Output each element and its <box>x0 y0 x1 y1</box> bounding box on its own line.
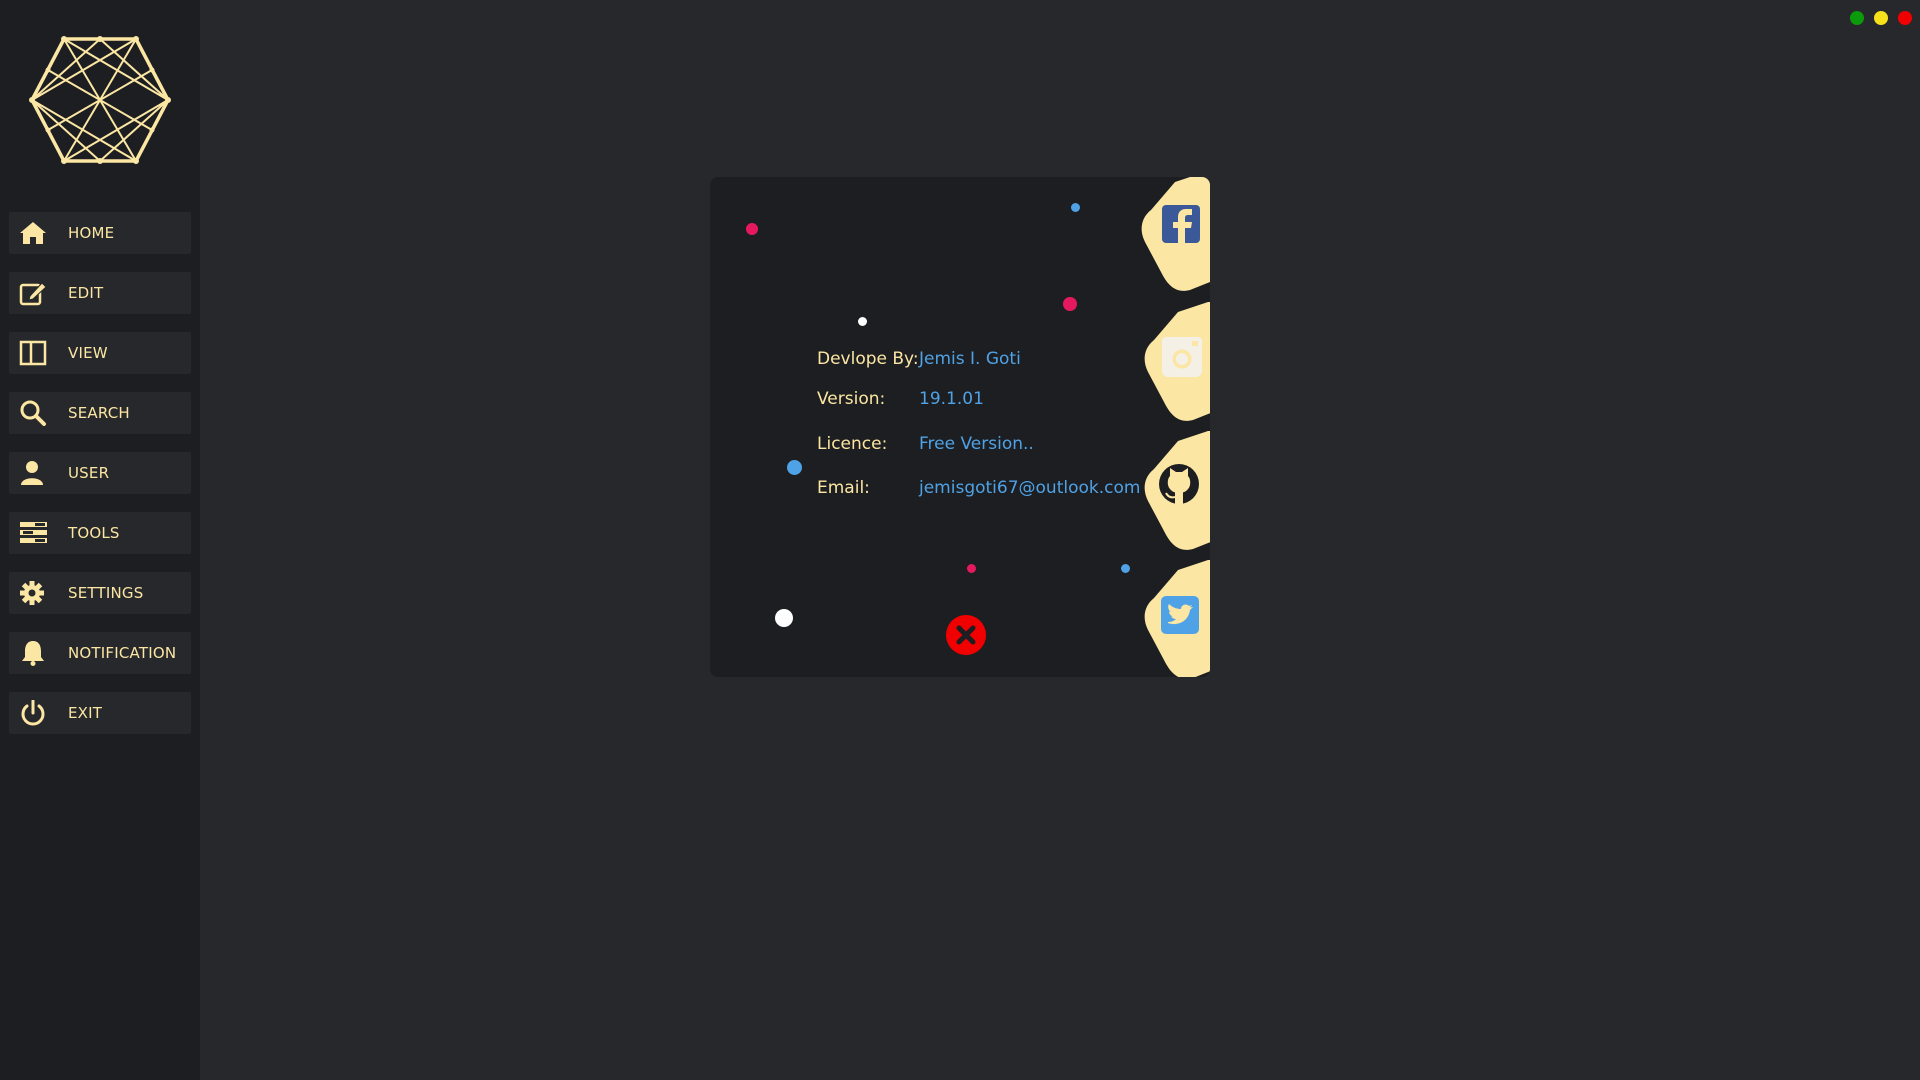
developer-label: Devlope By: <box>817 349 919 369</box>
version-value: 19.1.01 <box>919 389 984 409</box>
about-dialog: Devlope By: Jemis I. Goti Version: 19.1.… <box>710 177 1210 677</box>
licence-label: Licence: <box>817 434 888 454</box>
decorative-dot <box>787 460 802 475</box>
instagram-icon <box>1162 337 1202 377</box>
decorative-dot <box>858 317 867 326</box>
window-controls <box>1850 11 1912 25</box>
twitter-icon <box>1161 596 1199 634</box>
sidebar-item-label: HOME <box>68 224 115 242</box>
sidebar-item-exit[interactable]: EXIT <box>9 692 191 734</box>
sidebar-item-search[interactable]: SEARCH <box>9 392 191 434</box>
sidebar-item-label: TOOLS <box>68 524 120 542</box>
sidebar-item-label: EXIT <box>68 704 103 722</box>
hexagon-network-logo <box>29 36 171 164</box>
decorative-dot <box>1071 203 1080 212</box>
maximize-button[interactable] <box>1850 11 1864 25</box>
tools-icon <box>20 522 47 543</box>
close-dialog-button[interactable] <box>946 615 986 655</box>
sidebar-item-label: USER <box>68 464 110 482</box>
sidebar-item-label: SEARCH <box>68 404 130 422</box>
sidebar-item-view[interactable]: VIEW <box>9 332 191 374</box>
instagram-button[interactable] <box>1118 302 1210 422</box>
user-icon <box>21 461 43 485</box>
edit-icon <box>19 282 47 306</box>
search-icon <box>20 400 46 426</box>
sidebar: HOME EDIT VIEW SEARCH USER TOOLS SETTING… <box>0 0 200 1080</box>
developer-value: Jemis I. Goti <box>919 349 1021 369</box>
minimize-button[interactable] <box>1874 11 1888 25</box>
sidebar-item-label: VIEW <box>68 344 108 362</box>
twitter-button[interactable] <box>1118 560 1210 677</box>
sidebar-item-tools[interactable]: TOOLS <box>9 512 191 554</box>
email-link[interactable]: jemisgoti67@outlook.com <box>919 478 1140 498</box>
github-button[interactable] <box>1118 431 1210 551</box>
sidebar-item-edit[interactable]: EDIT <box>9 272 191 314</box>
licence-value: Free Version.. <box>919 434 1034 454</box>
github-icon <box>1159 464 1199 504</box>
sidebar-item-label: EDIT <box>68 284 104 302</box>
close-window-button[interactable] <box>1898 11 1912 25</box>
bell-icon <box>22 641 44 666</box>
sidebar-item-label: NOTIFICATION <box>68 644 177 662</box>
sidebar-item-label: SETTINGS <box>68 584 144 602</box>
power-icon <box>21 700 45 726</box>
facebook-icon <box>1162 205 1200 243</box>
sidebar-item-notification[interactable]: NOTIFICATION <box>9 632 191 674</box>
decorative-dot <box>775 609 793 627</box>
view-columns-icon <box>19 340 47 366</box>
decorative-dot <box>746 223 758 235</box>
decorative-dot <box>967 564 976 573</box>
facebook-button[interactable] <box>1115 177 1210 292</box>
sidebar-item-settings[interactable]: SETTINGS <box>9 572 191 614</box>
email-label: Email: <box>817 478 870 498</box>
sidebar-item-user[interactable]: USER <box>9 452 191 494</box>
sidebar-item-home[interactable]: HOME <box>9 212 191 254</box>
gear-icon <box>20 581 44 605</box>
sidebar-nav: HOME EDIT VIEW SEARCH USER TOOLS SETTING… <box>9 212 191 752</box>
decorative-dot <box>1063 297 1077 311</box>
version-label: Version: <box>817 389 886 409</box>
home-icon <box>20 222 46 244</box>
